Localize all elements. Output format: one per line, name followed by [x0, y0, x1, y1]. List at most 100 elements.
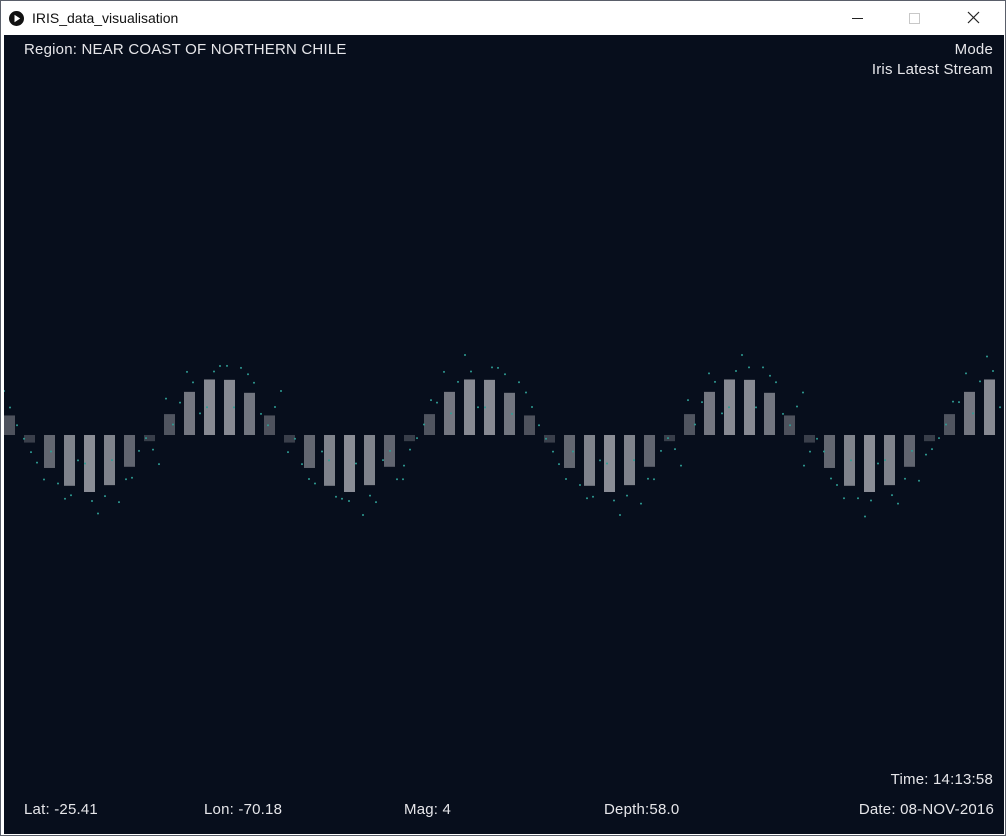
- date-readout: Date: 08-NOV-2016: [859, 801, 994, 818]
- wave-particle: [565, 477, 567, 480]
- wave-particle: [938, 437, 940, 440]
- wave-particle: [836, 483, 838, 486]
- wave-particle: [782, 412, 784, 415]
- wave-particle: [328, 459, 330, 462]
- wave-particle: [450, 412, 452, 415]
- wave-particle: [884, 459, 886, 462]
- wave-particle: [484, 406, 486, 409]
- wave-particle: [735, 369, 737, 372]
- wave-particle: [972, 412, 974, 415]
- wave-bar: [804, 435, 815, 443]
- wave-particle: [640, 502, 642, 505]
- wave-particle: [165, 397, 167, 400]
- wave-bar: [844, 435, 855, 486]
- wave-particle: [755, 406, 757, 409]
- wave-particle: [843, 497, 845, 500]
- wave-particle: [918, 479, 920, 482]
- wave-bar: [584, 435, 595, 486]
- wave-bar: [684, 414, 695, 435]
- wave-particle: [423, 423, 425, 426]
- wave-particle: [402, 478, 404, 481]
- wave-particle: [314, 482, 316, 485]
- wave-particle: [111, 459, 113, 462]
- wave-particle: [131, 476, 133, 479]
- wave-particle: [796, 405, 798, 408]
- wave-particle: [43, 478, 45, 481]
- wave-particle: [57, 482, 59, 485]
- wave-particle: [369, 494, 371, 497]
- wave-particle: [152, 448, 154, 451]
- close-icon[interactable]: [951, 1, 997, 35]
- wave-particle: [599, 459, 601, 462]
- wave-bar: [304, 435, 315, 468]
- wave-particle: [674, 448, 676, 451]
- wave-particle: [999, 406, 1001, 409]
- wave-particle: [267, 424, 269, 427]
- mag-label: Mag:: [404, 801, 439, 818]
- wave-particle: [626, 494, 628, 497]
- date-label: Date:: [858, 801, 896, 818]
- wave-particle: [308, 477, 310, 480]
- wave-bar: [344, 435, 355, 492]
- visualisation-canvas[interactable]: Region: NEAR COAST OF NORTHERN CHILE Mod…: [4, 35, 1004, 834]
- wave-particle: [199, 412, 201, 415]
- wave-bar: [604, 435, 615, 492]
- wave-bar: [124, 435, 135, 467]
- wave-bar: [64, 435, 75, 486]
- wave-particle: [50, 450, 52, 453]
- wave-particle: [206, 406, 208, 409]
- time-value: 14:13:58: [933, 771, 993, 788]
- wave-particle: [355, 462, 357, 465]
- wave-particle: [545, 437, 547, 440]
- wave-particle: [809, 450, 811, 453]
- wave-particle: [294, 437, 296, 440]
- wave-bar: [44, 435, 55, 468]
- wave-particle: [728, 406, 730, 409]
- wave-bar: [244, 392, 255, 435]
- wave-bar: [504, 392, 515, 435]
- wave-particle: [436, 401, 438, 404]
- wave-particle: [138, 449, 140, 452]
- minimize-icon[interactable]: [835, 1, 881, 35]
- wave-particle: [335, 495, 337, 498]
- wave-particle: [274, 405, 276, 408]
- wave-particle: [240, 366, 242, 369]
- wave-bar: [284, 435, 295, 443]
- wave-particle: [382, 459, 384, 462]
- wave-particle: [226, 364, 228, 367]
- maximize-icon[interactable]: [891, 1, 937, 35]
- wave-particle: [931, 448, 933, 451]
- region-label: Region:: [24, 41, 78, 58]
- wave-particle: [986, 355, 988, 358]
- wave-particle: [396, 478, 398, 481]
- wave-bar: [664, 435, 675, 442]
- wave-particle: [430, 399, 432, 402]
- title-bar[interactable]: IRIS_data_visualisation: [1, 1, 1005, 35]
- wave-particle: [491, 366, 493, 369]
- wave-particle: [911, 449, 913, 452]
- date-value: 08-NOV-2016: [900, 801, 994, 818]
- wave-particle: [362, 513, 364, 516]
- wave-bar: [104, 435, 115, 486]
- wave-particle: [4, 389, 5, 392]
- wave-particle: [538, 424, 540, 427]
- wave-particle: [864, 515, 866, 518]
- wave-particle: [586, 497, 588, 500]
- wave-particle: [741, 353, 743, 356]
- wave-particle: [84, 462, 86, 465]
- wave-bar: [524, 415, 535, 435]
- wave-particle: [104, 495, 106, 498]
- lon-readout: Lon: -70.18: [204, 801, 282, 818]
- wave-particle: [687, 399, 689, 402]
- wave-particle: [592, 495, 594, 498]
- wave-particle: [497, 366, 499, 369]
- wave-particle: [179, 401, 181, 404]
- wave-particle: [77, 459, 79, 462]
- wave-particle: [321, 450, 323, 453]
- wave-bar: [264, 415, 275, 435]
- play-circle-icon: [9, 11, 24, 26]
- wave-particle: [816, 437, 818, 440]
- wave-bar: [24, 435, 35, 443]
- wave-bar: [984, 379, 995, 435]
- wave-particle: [647, 477, 649, 480]
